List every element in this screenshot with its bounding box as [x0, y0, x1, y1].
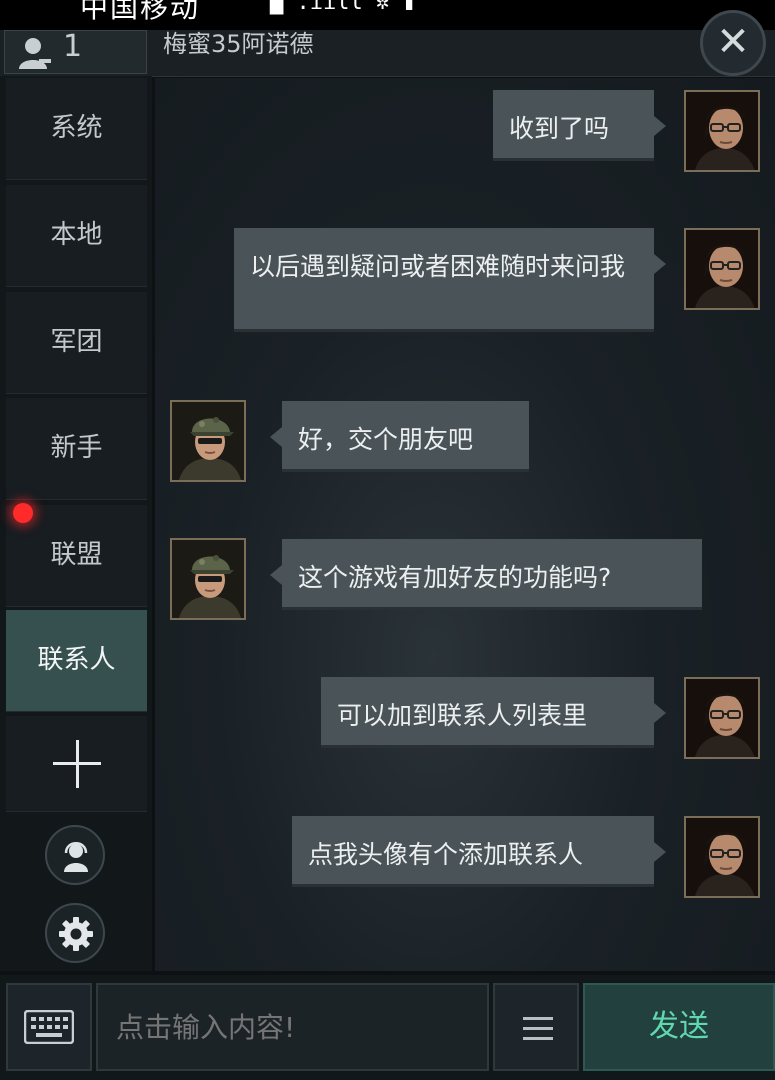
send-button[interactable]: 发送: [583, 983, 775, 1071]
settings-button[interactable]: [45, 903, 105, 963]
headset-icon: [64, 842, 88, 872]
my-avatar[interactable]: [684, 228, 760, 310]
status-bar: 中国移动 ▆ .ııll ✲ ▮: [0, 0, 775, 30]
my-avatar[interactable]: [684, 90, 760, 172]
close-button[interactable]: ✕: [700, 10, 766, 76]
notification-dot: [13, 503, 33, 523]
tab-local[interactable]: 本地: [6, 185, 147, 287]
person-icon: [17, 35, 51, 73]
online-count: 1: [63, 29, 83, 64]
message-bubble: 可以加到联系人列表里: [321, 677, 666, 748]
contact-avatar[interactable]: [170, 400, 246, 482]
close-icon: ✕: [716, 19, 750, 65]
message-bubble: 好，交个朋友吧: [270, 401, 529, 472]
tab-contacts[interactable]: 联系人: [6, 610, 147, 712]
tab-newbie[interactable]: 新手: [6, 398, 147, 500]
my-avatar[interactable]: [684, 816, 760, 898]
my-avatar[interactable]: [684, 677, 760, 759]
gear-icon: [59, 917, 93, 951]
message-input[interactable]: [96, 983, 489, 1071]
menu-button[interactable]: [493, 983, 579, 1071]
tab-legion[interactable]: 军团: [6, 292, 147, 394]
message-bubble: 点我头像有个添加联系人: [292, 816, 666, 887]
online-count-button[interactable]: 1: [4, 29, 147, 74]
message-bubble: 以后遇到疑问或者困难随时来问我: [234, 228, 666, 332]
add-channel-button[interactable]: [6, 716, 147, 812]
carrier-name: 中国移动: [80, 0, 201, 24]
contact-avatar[interactable]: [170, 538, 246, 620]
tab-system[interactable]: 系统: [6, 78, 147, 180]
message-bubble: 这个游戏有加好友的功能吗?: [270, 539, 702, 610]
chat-title: 梅蜜35阿诺德: [163, 30, 314, 58]
message-bubble: 收到了吗: [493, 90, 666, 161]
voice-button[interactable]: [45, 825, 105, 885]
signal-indicators: ▆ .ııll ✲ ▮: [270, 0, 416, 15]
keyboard-icon: [24, 1010, 74, 1044]
keyboard-button[interactable]: [6, 983, 92, 1071]
